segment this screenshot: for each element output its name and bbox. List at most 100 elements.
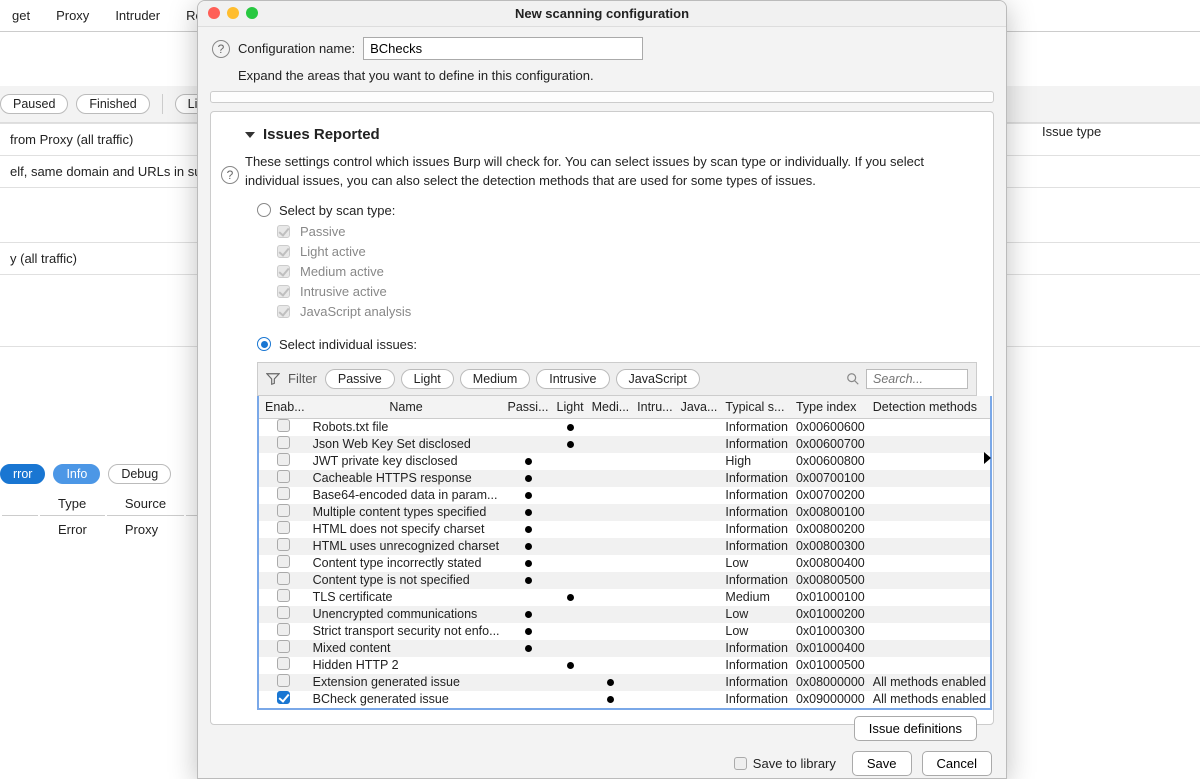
table-row[interactable]: HTML does not specify charsetInformation… — [258, 521, 991, 538]
filter-pill-medium[interactable]: Medium — [460, 369, 530, 389]
paused-button[interactable]: Paused — [0, 94, 68, 114]
finished-button[interactable]: Finished — [76, 94, 149, 114]
col-type-index[interactable]: Type index — [792, 396, 869, 419]
issue-type-index: 0x00800400 — [792, 555, 869, 572]
col-type[interactable]: Type — [40, 492, 105, 516]
col-javascript[interactable]: Java... — [677, 396, 722, 419]
info-filter[interactable]: Info — [53, 464, 100, 484]
enable-checkbox[interactable] — [277, 487, 290, 500]
dot-icon — [525, 458, 532, 465]
issue-definitions-button[interactable]: Issue definitions — [854, 716, 977, 741]
table-row[interactable]: Hidden HTTP 2Information0x01000500 — [258, 657, 991, 674]
table-row[interactable]: Content type incorrectly statedLow0x0080… — [258, 555, 991, 572]
cancel-button[interactable]: Cancel — [922, 751, 992, 776]
radio-icon[interactable] — [257, 203, 271, 217]
table-row[interactable]: Unencrypted communicationsLow0x01000200 — [258, 606, 991, 623]
tab-target[interactable]: get — [12, 8, 30, 23]
issue-severity: High — [721, 453, 792, 470]
enable-checkbox[interactable] — [277, 572, 290, 585]
table-row[interactable]: Cacheable HTTPS responseInformation0x007… — [258, 470, 991, 487]
issue-severity: Information — [721, 640, 792, 657]
enable-checkbox[interactable] — [277, 606, 290, 619]
tab-intruder[interactable]: Intruder — [115, 8, 160, 23]
enable-checkbox[interactable] — [277, 623, 290, 636]
save-to-library-option[interactable]: Save to library — [734, 756, 836, 771]
issue-name: HTML uses unrecognized charset — [309, 538, 504, 555]
enable-checkbox[interactable] — [277, 504, 290, 517]
col-detection-methods[interactable]: Detection methods — [869, 396, 991, 419]
issue-detection — [869, 436, 991, 453]
col-intrusive[interactable]: Intru... — [633, 396, 676, 419]
debug-filter[interactable]: Debug — [108, 464, 171, 484]
radio-scan-type[interactable]: Select by scan type: — [257, 203, 977, 218]
search-input[interactable] — [866, 369, 968, 389]
filter-pill-javascript[interactable]: JavaScript — [616, 369, 700, 389]
table-row[interactable]: Multiple content types specifiedInformat… — [258, 504, 991, 521]
col-light[interactable]: Light — [553, 396, 588, 419]
issue-severity: Information — [721, 504, 792, 521]
col-medium[interactable]: Medi... — [588, 396, 634, 419]
dot-icon — [525, 560, 532, 567]
enable-checkbox[interactable] — [277, 674, 290, 687]
filter-pill-passive[interactable]: Passive — [325, 369, 395, 389]
log-source: Proxy — [107, 518, 184, 541]
table-row[interactable]: JWT private key disclosedHigh0x00600800 — [258, 453, 991, 470]
col-enabled[interactable]: Enab... — [258, 396, 309, 419]
col-passive[interactable]: Passi... — [504, 396, 553, 419]
search-icon[interactable] — [846, 372, 860, 386]
enable-checkbox[interactable] — [277, 657, 290, 670]
checkbox-icon — [277, 305, 290, 318]
enable-checkbox[interactable] — [277, 436, 290, 449]
zoom-icon[interactable] — [246, 7, 258, 19]
filter-pill-light[interactable]: Light — [401, 369, 454, 389]
error-filter[interactable]: rror — [0, 464, 45, 484]
collapsed-section-bar[interactable] — [210, 91, 994, 103]
enable-checkbox[interactable] — [277, 453, 290, 466]
table-row[interactable]: Mixed contentInformation0x01000400 — [258, 640, 991, 657]
table-row[interactable]: Strict transport security not enfo...Low… — [258, 623, 991, 640]
table-row[interactable]: HTML uses unrecognized charset Informatio… — [258, 538, 991, 555]
table-row[interactable]: TLS certificateMedium0x01000100 — [258, 589, 991, 606]
issue-severity: Information — [721, 674, 792, 691]
arrow-right-icon[interactable] — [984, 452, 991, 464]
table-row[interactable]: Robots.txt fileInformation0x00600600 — [258, 418, 991, 436]
issue-detection — [869, 555, 991, 572]
filter-icon[interactable] — [266, 372, 280, 386]
enable-checkbox[interactable] — [277, 640, 290, 653]
config-name-input[interactable] — [363, 37, 643, 60]
table-row[interactable]: Extension generated issueInformation0x08… — [258, 674, 991, 691]
table-row[interactable]: BCheck generated issueInformation0x09000… — [258, 691, 991, 709]
col-name[interactable]: Name — [309, 396, 504, 419]
issue-name: Extension generated issue — [309, 674, 504, 691]
help-icon[interactable]: ? — [212, 40, 230, 58]
checkbox-icon[interactable] — [734, 757, 747, 770]
dot-icon — [567, 441, 574, 448]
dot-icon — [525, 628, 532, 635]
enable-checkbox[interactable] — [277, 419, 290, 432]
enable-checkbox[interactable] — [277, 470, 290, 483]
issue-severity: Information — [721, 538, 792, 555]
chevron-down-icon[interactable] — [245, 132, 255, 138]
close-icon[interactable] — [208, 7, 220, 19]
issue-severity: Information — [721, 470, 792, 487]
panel-title: Issues Reported — [245, 126, 977, 143]
enable-checkbox[interactable] — [277, 691, 290, 704]
scan-type-label: JavaScript analysis — [300, 304, 411, 319]
config-name-label: Configuration name: — [238, 41, 355, 56]
col-severity[interactable]: Typical s... — [721, 396, 792, 419]
enable-checkbox[interactable] — [277, 538, 290, 551]
table-row[interactable]: Content type is not specifiedInformation… — [258, 572, 991, 589]
enable-checkbox[interactable] — [277, 521, 290, 534]
help-icon[interactable]: ? — [221, 166, 239, 184]
col-source[interactable]: Source — [107, 492, 184, 516]
filter-pill-intrusive[interactable]: Intrusive — [536, 369, 609, 389]
save-button[interactable]: Save — [852, 751, 912, 776]
table-row[interactable]: Json Web Key Set disclosedInformation0x0… — [258, 436, 991, 453]
minimize-icon[interactable] — [227, 7, 239, 19]
radio-individual-issues[interactable]: Select individual issues: — [257, 337, 977, 352]
table-row[interactable]: Base64-encoded data in param...Informati… — [258, 487, 991, 504]
radio-icon[interactable] — [257, 337, 271, 351]
enable-checkbox[interactable] — [277, 555, 290, 568]
tab-proxy[interactable]: Proxy — [56, 8, 89, 23]
enable-checkbox[interactable] — [277, 589, 290, 602]
